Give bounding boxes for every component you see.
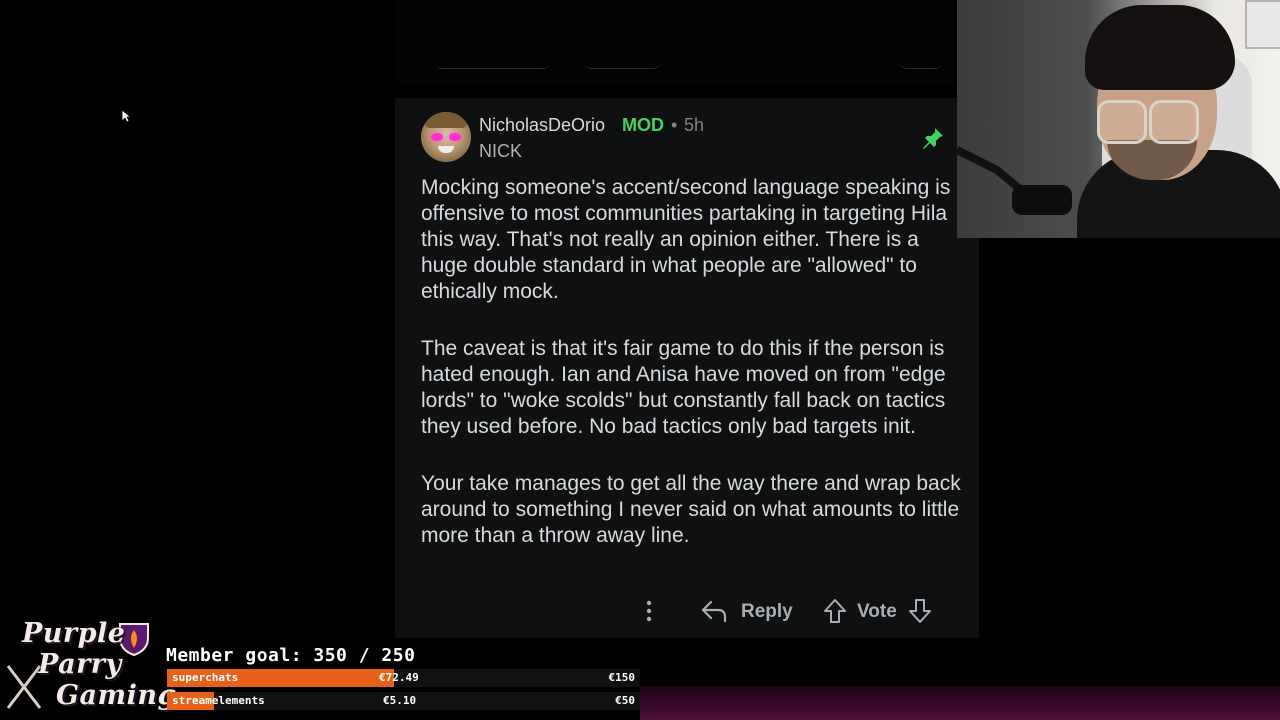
progress-label: streamelements bbox=[172, 694, 265, 707]
reply-button[interactable]: Reply bbox=[741, 601, 793, 623]
progress-amount: €72.49 bbox=[379, 671, 419, 684]
progress-bar-superchats: superchats €72.49 €150 bbox=[167, 669, 640, 687]
comment-timestamp: 5h bbox=[684, 115, 705, 135]
comment-username[interactable]: NicholasDeOrio bbox=[479, 115, 605, 136]
webcam-feed bbox=[957, 0, 1280, 238]
comment-card: NicholasDeOrio MOD • 5h NICK Mocking som… bbox=[395, 98, 979, 638]
microphone-arm-icon bbox=[957, 146, 1072, 215]
progress-bar-streamelements: streamelements €5.10 €50 bbox=[167, 692, 640, 710]
user-flair: NICK bbox=[479, 141, 523, 161]
progress-goal: €50 bbox=[615, 694, 635, 707]
more-options-icon[interactable] bbox=[641, 596, 657, 626]
previous-comment-footer bbox=[395, 0, 979, 84]
mouse-cursor-icon bbox=[121, 109, 131, 123]
divider bbox=[395, 84, 979, 98]
comment-action-bar: Reply Vote bbox=[395, 594, 979, 628]
logo-word: Gaming bbox=[56, 680, 177, 711]
reddit-comment-panel: NicholasDeOrio MOD • 5h NICK Mocking som… bbox=[395, 0, 979, 650]
comment-body: Mocking someone's accent/second language… bbox=[421, 175, 961, 580]
logo-word: Purple bbox=[22, 618, 126, 649]
overlay-strip bbox=[640, 686, 1280, 720]
wall-frame bbox=[1245, 0, 1280, 49]
comment-paragraph: Mocking someone's accent/second language… bbox=[421, 176, 951, 303]
vote-count: Vote bbox=[857, 601, 897, 622]
previous-action-outline bbox=[435, 62, 550, 69]
progress-amount: €5.10 bbox=[383, 694, 417, 707]
downvote-arrow-icon[interactable] bbox=[907, 598, 933, 624]
reply-arrow-icon[interactable] bbox=[700, 599, 728, 623]
comment-paragraph: Your take manages to get all the way the… bbox=[421, 472, 961, 547]
progress-goal: €150 bbox=[608, 671, 636, 684]
member-goal: Member goal: 350 / 250 bbox=[166, 645, 416, 666]
logo-word: Parry bbox=[38, 649, 122, 680]
divider bbox=[395, 638, 979, 650]
progress-label: superchats bbox=[172, 671, 239, 684]
upvote-arrow-icon[interactable] bbox=[822, 598, 848, 624]
previous-action-outline bbox=[900, 62, 942, 69]
stream-stage: NicholasDeOrio MOD • 5h NICK Mocking som… bbox=[0, 0, 1280, 720]
avatar[interactable] bbox=[421, 112, 471, 162]
previous-action-outline bbox=[585, 62, 660, 69]
channel-logo: Purple Parry Gaming bbox=[0, 616, 176, 720]
mod-badge: MOD bbox=[622, 115, 664, 135]
meta-separator: • bbox=[671, 115, 678, 135]
pin-icon bbox=[923, 128, 943, 149]
comment-paragraph: The caveat is that it's fair game to do … bbox=[421, 337, 946, 438]
